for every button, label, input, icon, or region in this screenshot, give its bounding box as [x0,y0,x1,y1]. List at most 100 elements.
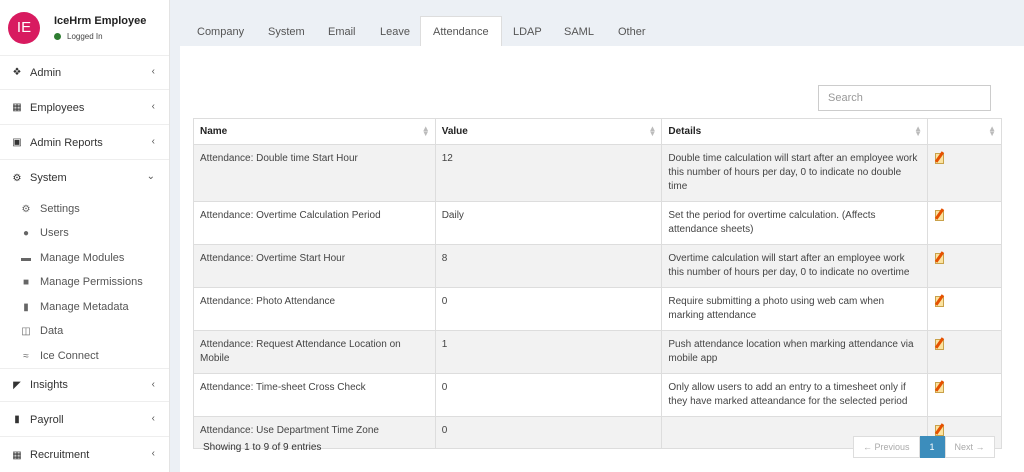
cogs-icon: ⚙ [12,172,22,184]
cell-details: Set the period for overtime calculation.… [661,201,929,245]
edit-icon[interactable] [934,423,946,436]
submenu-item-label: Ice Connect [40,350,99,362]
cell-details: Require submitting a photo using web cam… [661,287,929,331]
sidebar-item-label: Payroll [30,413,64,426]
settings-table: Name ▲ ▼ Value ▲ ▼ Details ▲ ▼ ▲ ▼ Attendance: … [193,118,1002,449]
chevron-down-icon: ⌄ [146,171,155,182]
submenu-item-manage-permissions[interactable]: ■ Manage Permissions [0,270,169,294]
cell-value: 0 [434,287,663,331]
sidebar-item-label: Admin Reports [30,136,103,149]
previous-page-button[interactable]: ← Previous [853,436,920,458]
sort-icon: ▲ ▼ [914,124,923,138]
tab-attendance[interactable]: Attendance [420,16,502,47]
avatar: IE [8,11,40,44]
user-name: IceHrm Employee [54,14,147,27]
wifi-icon: ≈ [23,350,29,362]
cell-value: 1 [434,330,663,374]
submenu-item-manage-modules[interactable]: ▬ Manage Modules [0,246,169,270]
folder-icon: ▬ [21,252,31,264]
file-icon: ▮ [14,414,20,425]
settings-tabs: Company System Email Leave Attendance LD… [180,16,1024,47]
column-header-value[interactable]: Value ▲ ▼ [434,118,663,145]
column-header-actions[interactable]: ▲ ▼ [927,118,1002,145]
next-page-button[interactable]: Next → [944,436,995,458]
submenu-item-manage-metadata[interactable]: ▮ Manage Metadata [0,295,169,319]
submenu-item-users[interactable]: ● Users [0,221,169,245]
sort-icon: ▲ ▼ [648,124,657,138]
sort-icon: ▲ ▼ [988,124,996,138]
cell-name: Attendance: Double time Start Hour [193,144,436,202]
sidebar-item-recruitment[interactable]: ▦ Recruitment ‹ [0,438,169,472]
cell-name: Attendance: Request Attendance Location … [193,330,436,374]
briefcase-icon: ▣ [12,137,22,148]
sidebar-item-employees[interactable]: ▦ Employees ‹ [0,91,169,125]
edit-icon[interactable] [934,208,946,221]
submenu-item-label: Settings [40,203,80,215]
cell-details: Double time calculation will start after… [661,144,929,202]
settings-panel: Name▲▼ Value▲▼ Details▲▼ ▲▼ Attendance: … [180,46,1024,472]
table-row: Attendance: Double time Start Hour 12 Do… [193,144,1002,202]
chevron-left-icon: ‹ [151,136,155,147]
cell-actions [927,330,1002,374]
chevron-left-icon: ‹ [151,66,155,77]
cell-name: Attendance: Time-sheet Cross Check [193,373,436,417]
cubes-icon: ❖ [12,67,22,78]
sidebar-item-insights[interactable]: ◤ Insights ‹ [0,368,169,402]
cell-value: 12 [434,144,663,202]
cell-value: Daily [434,201,663,245]
column-header-details[interactable]: Details ▲ ▼ [661,118,929,145]
sidebar: IE IceHrm Employee Logged In ❖ Admin ‹ ▦… [0,0,170,472]
user-panel: IE IceHrm Employee Logged In [0,0,169,56]
table-row: Attendance: Photo Attendance 0 Require s… [193,287,1002,331]
tab-other[interactable]: Other [606,16,658,47]
tab-company[interactable]: Company [185,16,256,47]
user-info: IceHrm Employee Logged In [54,15,146,41]
sidebar-item-payroll[interactable]: ▮ Payroll ‹ [0,403,169,437]
tab-system[interactable]: System [256,16,317,47]
tab-leave[interactable]: Leave [368,16,422,47]
area-chart-icon: ◤ [13,379,21,391]
tab-saml[interactable]: SAML [552,16,606,47]
edit-icon[interactable] [934,251,946,264]
sidebar-item-admin[interactable]: ❖ Admin ‹ [0,56,169,90]
table-row: Attendance: Overtime Start Hour 8 Overti… [193,244,1002,288]
edit-icon[interactable] [934,294,946,307]
column-header-name[interactable]: Name ▲ ▼ [193,118,436,145]
edit-icon[interactable] [934,380,946,393]
sidebar-item-label: Admin [30,66,62,79]
chevron-left-icon: ‹ [151,413,155,424]
database-icon: ◫ [21,325,31,337]
page-1-button[interactable]: 1 [919,436,945,458]
user-icon: ● [22,227,30,239]
user-status: Logged In [54,32,146,41]
search-input[interactable] [818,85,991,111]
chevron-left-icon: ‹ [151,448,155,459]
cell-actions [927,244,1002,288]
submenu-item-data[interactable]: ◫ Data [0,319,169,343]
chevron-left-icon: ‹ [151,379,155,390]
cell-name: Attendance: Overtime Start Hour [193,244,436,288]
sidebar-item-system[interactable]: ⚙ System ⌄ [0,161,169,195]
edit-icon[interactable] [934,337,946,350]
cell-actions [927,287,1002,331]
cogs-icon: ⚙ [21,203,31,215]
table-row: Attendance: Overtime Calculation Period … [193,201,1002,245]
cell-actions [927,373,1002,417]
submenu-item-ice-connect[interactable]: ≈ Ice Connect [0,344,169,368]
cell-value: 8 [434,244,663,288]
tab-email[interactable]: Email [316,16,368,47]
pagination: ← Previous 1 Next → [853,436,995,458]
grid-icon: ▦ [12,449,22,461]
table-info: Showing 1 to 9 of 9 entries [203,442,322,453]
tab-ldap[interactable]: LDAP [501,16,554,47]
sidebar-item-admin-reports[interactable]: ▣ Admin Reports ‹ [0,126,169,160]
sidebar-item-label: System [30,172,67,184]
cell-value: 0 [434,416,663,449]
table-row: Attendance: Time-sheet Cross Check 0 Onl… [193,373,1002,417]
submenu-item-settings[interactable]: ⚙ Settings [0,197,169,221]
user-status-label: Logged In [67,31,103,41]
edit-icon[interactable] [934,151,946,164]
cell-value: 0 [434,373,663,417]
cell-details: Push attendance location when marking at… [661,330,929,374]
lock-icon: ■ [22,276,30,288]
